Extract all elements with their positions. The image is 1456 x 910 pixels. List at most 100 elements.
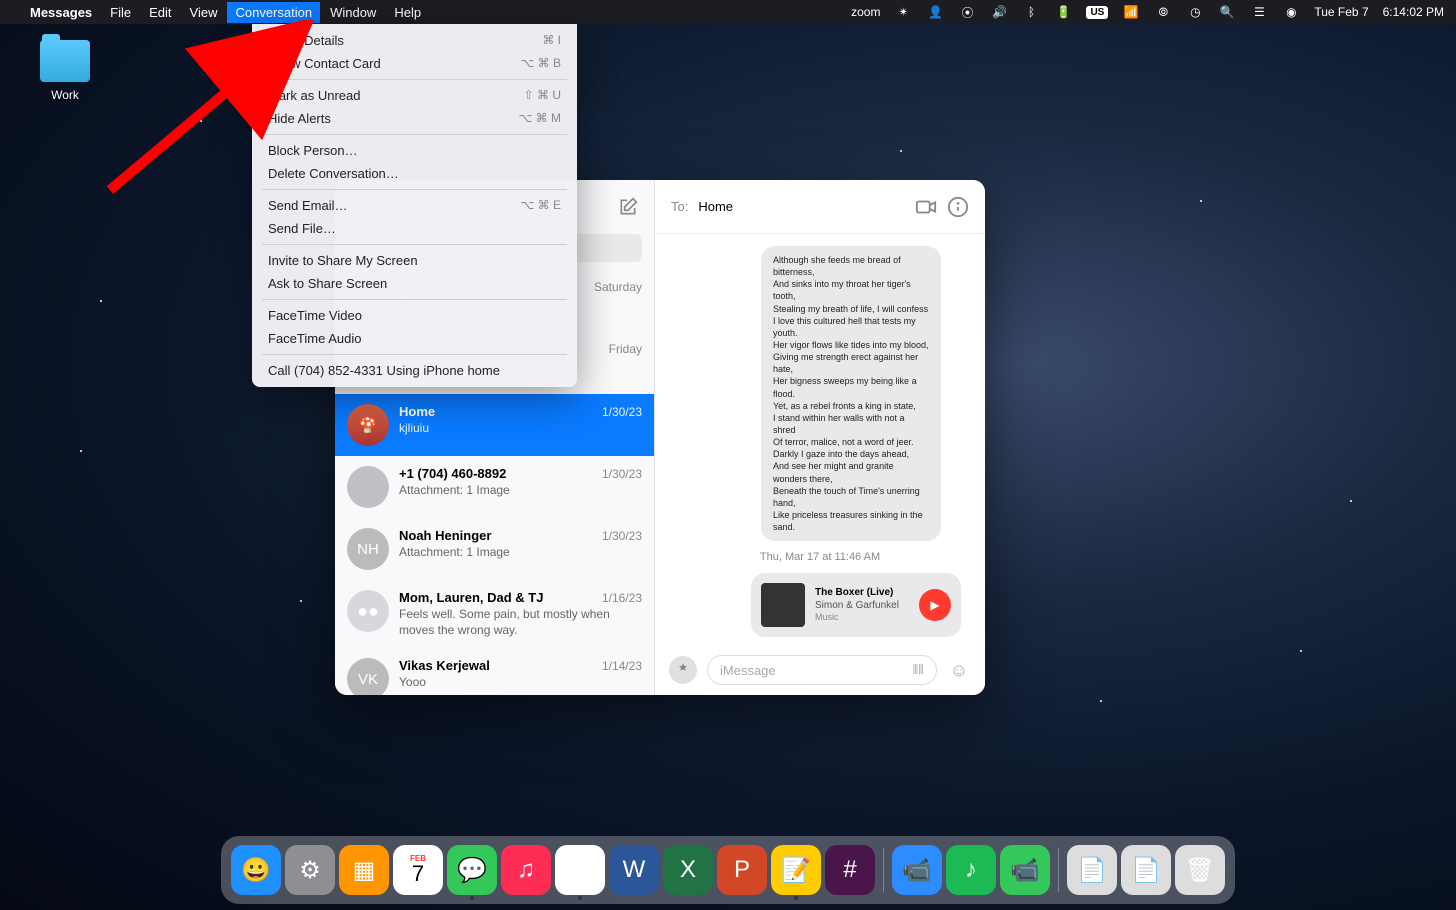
zoom-menubar[interactable]: zoom bbox=[851, 5, 880, 19]
dock-spotify[interactable]: ♪ bbox=[946, 845, 996, 895]
menubar-time[interactable]: 6:14:02 PM bbox=[1383, 5, 1444, 19]
conversation-name: Mom, Lauren, Dad & TJ bbox=[399, 590, 543, 605]
conversation-item[interactable]: ●● Mom, Lauren, Dad & TJ 1/16/23 Feels well… bbox=[335, 580, 654, 648]
bluetooth-icon[interactable]: ᛒ bbox=[1022, 3, 1040, 21]
control-center-icon[interactable]: ☰ bbox=[1250, 3, 1268, 21]
conversation-preview: kjliuiu bbox=[399, 421, 642, 437]
battery-icon[interactable]: 🔋 bbox=[1054, 3, 1072, 21]
music-attachment[interactable]: The Boxer (Live) Simon & Garfunkel Music… bbox=[751, 573, 961, 637]
desktop-folder-work[interactable]: Work bbox=[30, 40, 100, 102]
dock-settings[interactable]: ⚙ bbox=[285, 845, 335, 895]
info-icon[interactable] bbox=[947, 196, 969, 218]
conversation-date: 1/14/23 bbox=[602, 659, 642, 673]
menu-help[interactable]: Help bbox=[394, 5, 421, 20]
conversation-date: 1/30/23 bbox=[602, 405, 642, 419]
menu-item[interactable]: Ask to Share Screen bbox=[252, 272, 577, 295]
menu-item[interactable]: Invite to Share My Screen bbox=[252, 249, 577, 272]
conversation-name: +1 (704) 460-8892 bbox=[399, 466, 506, 481]
song-artist: Simon & Garfunkel bbox=[815, 599, 909, 612]
conversation-item[interactable]: NHNoah Heninger1/30/23Attachment: 1 Imag… bbox=[335, 518, 654, 580]
conversation-item[interactable]: +1 (704) 460-8892 1/30/23 Attachment: 1 Im… bbox=[335, 456, 654, 518]
dock-facetime[interactable]: 📹 bbox=[1000, 845, 1050, 895]
conversation-date: 1/30/23 bbox=[602, 467, 642, 481]
compose-icon[interactable] bbox=[618, 197, 638, 217]
dock-file2[interactable]: 📄 bbox=[1121, 845, 1171, 895]
folder-icon bbox=[40, 40, 90, 82]
menu-item[interactable]: Send Email…⌥ ⌘ E bbox=[252, 194, 577, 217]
album-art bbox=[761, 583, 805, 627]
menu-view[interactable]: View bbox=[190, 5, 218, 20]
account-icon[interactable]: ⦾ bbox=[1154, 3, 1172, 21]
dock-chrome[interactable]: ◉ bbox=[555, 845, 605, 895]
conversation-item[interactable]: VKVikas Kerjewal1/14/23Yooo bbox=[335, 648, 654, 695]
chat-header: To: Home bbox=[655, 180, 985, 234]
apps-button[interactable] bbox=[669, 656, 697, 684]
music-app-label: Music bbox=[815, 612, 909, 624]
conversation-preview: Attachment: 1 Image bbox=[399, 545, 642, 561]
menu-edit[interactable]: Edit bbox=[149, 5, 171, 20]
dock-notes[interactable]: 📝 bbox=[771, 845, 821, 895]
conversation-date: 1/16/23 bbox=[602, 591, 642, 605]
menu-item[interactable]: Hide Alerts⌥ ⌘ M bbox=[252, 107, 577, 130]
menu-item[interactable]: Show Contact Card⌥ ⌘ B bbox=[252, 52, 577, 75]
user-icon[interactable]: 👤 bbox=[926, 3, 944, 21]
conversation-preview: Attachment: 1 Image bbox=[399, 483, 642, 499]
dock-slack[interactable]: # bbox=[825, 845, 875, 895]
avatar: 🍄 bbox=[347, 404, 389, 446]
conversation-dropdown: Show Details⌘ IShow Contact Card⌥ ⌘ B Mar… bbox=[252, 24, 577, 387]
dock-finder[interactable]: 😀 bbox=[231, 845, 281, 895]
avatar: NH bbox=[347, 528, 389, 570]
dock-excel[interactable]: X bbox=[663, 845, 713, 895]
menu-item[interactable]: Show Details⌘ I bbox=[252, 29, 577, 52]
siri-icon[interactable]: ◉ bbox=[1282, 3, 1300, 21]
dock-zoom[interactable]: 📹 bbox=[892, 845, 942, 895]
conversation-preview: Yooo bbox=[399, 675, 642, 691]
volume-icon[interactable]: 🔊 bbox=[990, 3, 1008, 21]
dock-launchpad[interactable]: ▦ bbox=[339, 845, 389, 895]
menubar-date[interactable]: Tue Feb 7 bbox=[1314, 5, 1368, 19]
menu-item[interactable]: Call (704) 852-4331 Using iPhone home bbox=[252, 359, 577, 382]
dropbox-icon[interactable]: ✴ bbox=[894, 3, 912, 21]
chat-body[interactable]: Although she feeds me bread of bitternes… bbox=[655, 234, 985, 645]
dock-calendar[interactable]: FEB7 bbox=[393, 845, 443, 895]
emoji-button[interactable]: ☺ bbox=[947, 658, 971, 682]
facetime-icon[interactable] bbox=[915, 196, 937, 218]
conversation-name: Home bbox=[399, 404, 435, 419]
conversation-name: Vikas Kerjewal bbox=[399, 658, 490, 673]
screen-record-icon[interactable]: ⦿ bbox=[958, 3, 976, 21]
conversation-item[interactable]: 🍄 Home 1/30/23 kjliuiu bbox=[335, 394, 654, 456]
dock-file1[interactable]: 📄 bbox=[1067, 845, 1117, 895]
menubar: Messages File Edit View Conversation Win… bbox=[0, 0, 1456, 24]
menu-item[interactable]: Delete Conversation… bbox=[252, 162, 577, 185]
clock-icon[interactable]: ◷ bbox=[1186, 3, 1204, 21]
dock-trash[interactable]: 🗑 bbox=[1175, 845, 1225, 895]
conversation-date: Friday bbox=[609, 342, 642, 356]
app-menu[interactable]: Messages bbox=[30, 5, 92, 20]
menu-item[interactable]: FaceTime Audio bbox=[252, 327, 577, 350]
input-source[interactable]: US bbox=[1086, 6, 1108, 19]
menu-item[interactable]: Block Person… bbox=[252, 139, 577, 162]
dock-music[interactable]: ♫ bbox=[501, 845, 551, 895]
message-input[interactable]: iMessage ⦀⦀ bbox=[707, 655, 937, 685]
menu-item[interactable]: FaceTime Video bbox=[252, 304, 577, 327]
spotlight-icon[interactable]: 🔍 bbox=[1218, 3, 1236, 21]
conversation-preview: Feels well. Some pain, but mostly when m… bbox=[399, 607, 642, 638]
dictation-icon[interactable]: ⦀⦀ bbox=[913, 662, 924, 678]
dock-powerpoint[interactable]: P bbox=[717, 845, 767, 895]
menu-item[interactable]: Mark as Unread⇧ ⌘ U bbox=[252, 84, 577, 107]
menu-item[interactable]: Send File… bbox=[252, 217, 577, 240]
folder-label: Work bbox=[30, 88, 100, 102]
conversation-name: Noah Heninger bbox=[399, 528, 491, 543]
menu-file[interactable]: File bbox=[110, 5, 131, 20]
dock-word[interactable]: W bbox=[609, 845, 659, 895]
dock-messages[interactable]: 💬 bbox=[447, 845, 497, 895]
wifi-icon[interactable]: 📶 bbox=[1122, 3, 1140, 21]
menu-conversation[interactable]: Conversation bbox=[227, 2, 320, 23]
received-message-poem: Although she feeds me bread of bitternes… bbox=[761, 246, 941, 541]
avatar: ●● bbox=[347, 590, 389, 632]
conversation-date: Saturday bbox=[594, 280, 642, 294]
timestamp-1: Thu, Mar 17 at 11:46 AM bbox=[671, 551, 969, 563]
menu-window[interactable]: Window bbox=[330, 5, 376, 20]
play-button[interactable]: ▶ bbox=[919, 589, 951, 621]
chat-pane: To: Home Although she feeds me bread of … bbox=[655, 180, 985, 695]
